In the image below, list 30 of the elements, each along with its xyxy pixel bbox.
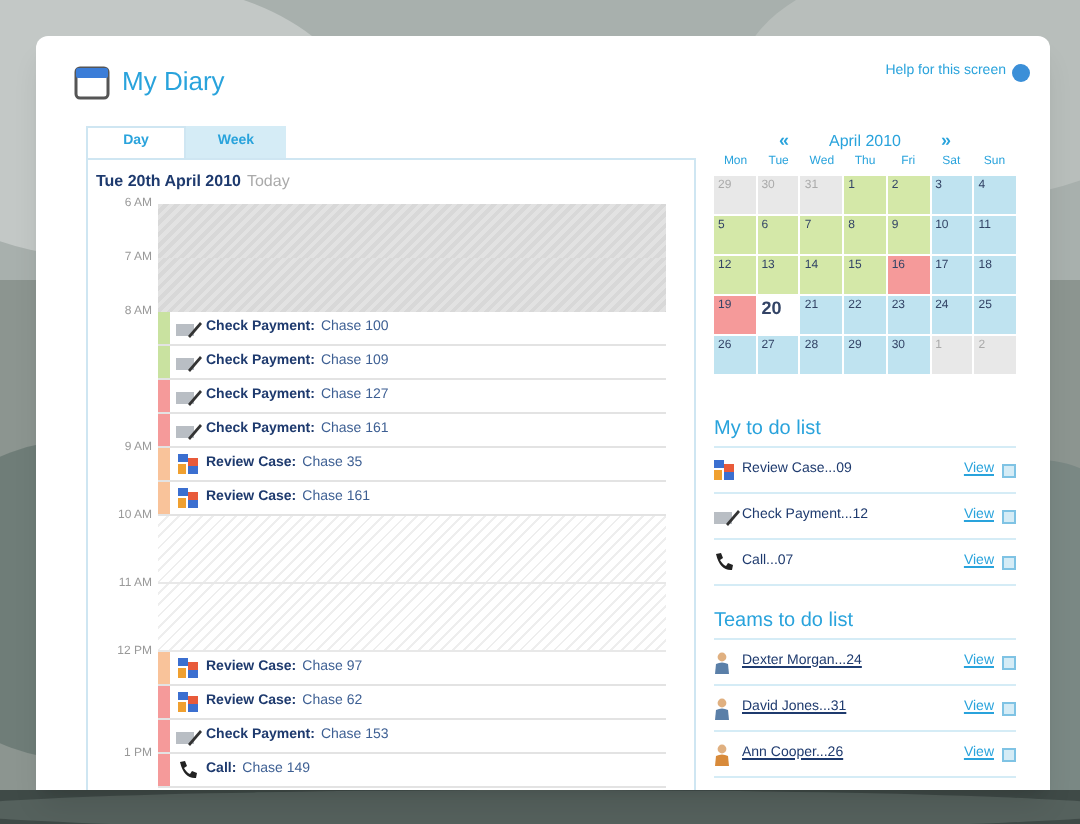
- colored-blocks-icon: [178, 692, 198, 712]
- calendar-icon: [74, 63, 110, 99]
- phone-icon: [714, 552, 734, 572]
- square-icon: [1002, 555, 1016, 569]
- window-title: My Diary: [122, 63, 225, 100]
- person-icon: [714, 651, 730, 673]
- cheque-pen-icon: [714, 507, 740, 525]
- person-icon: [714, 743, 730, 765]
- colored-blocks-icon: [178, 488, 198, 508]
- date-heading: Tue 20th April 2010: [96, 170, 241, 194]
- phone-icon: [178, 760, 198, 780]
- square-icon: [1002, 655, 1016, 669]
- cheque-pen-icon: [175, 319, 201, 337]
- cheque-pen-icon: [175, 353, 201, 371]
- colored-blocks-icon: [714, 460, 734, 480]
- today-label: Today: [246, 170, 290, 194]
- square-icon: [1002, 747, 1016, 761]
- square-icon: [1002, 701, 1016, 715]
- cheque-pen-icon: [175, 421, 201, 439]
- square-icon: [1002, 463, 1016, 477]
- colored-blocks-icon: [178, 658, 198, 678]
- cheque-pen-icon: [175, 387, 201, 405]
- colored-blocks-icon: [178, 454, 198, 474]
- section-heading: Teams to do list: [714, 606, 1016, 640]
- cheque-pen-icon: [175, 727, 201, 745]
- section-heading: My to do list: [714, 414, 1016, 448]
- month-label: April 2010: [828, 130, 902, 154]
- help-icon[interactable]: [1012, 64, 1030, 82]
- person-icon: [714, 697, 730, 719]
- square-icon: [1002, 509, 1016, 523]
